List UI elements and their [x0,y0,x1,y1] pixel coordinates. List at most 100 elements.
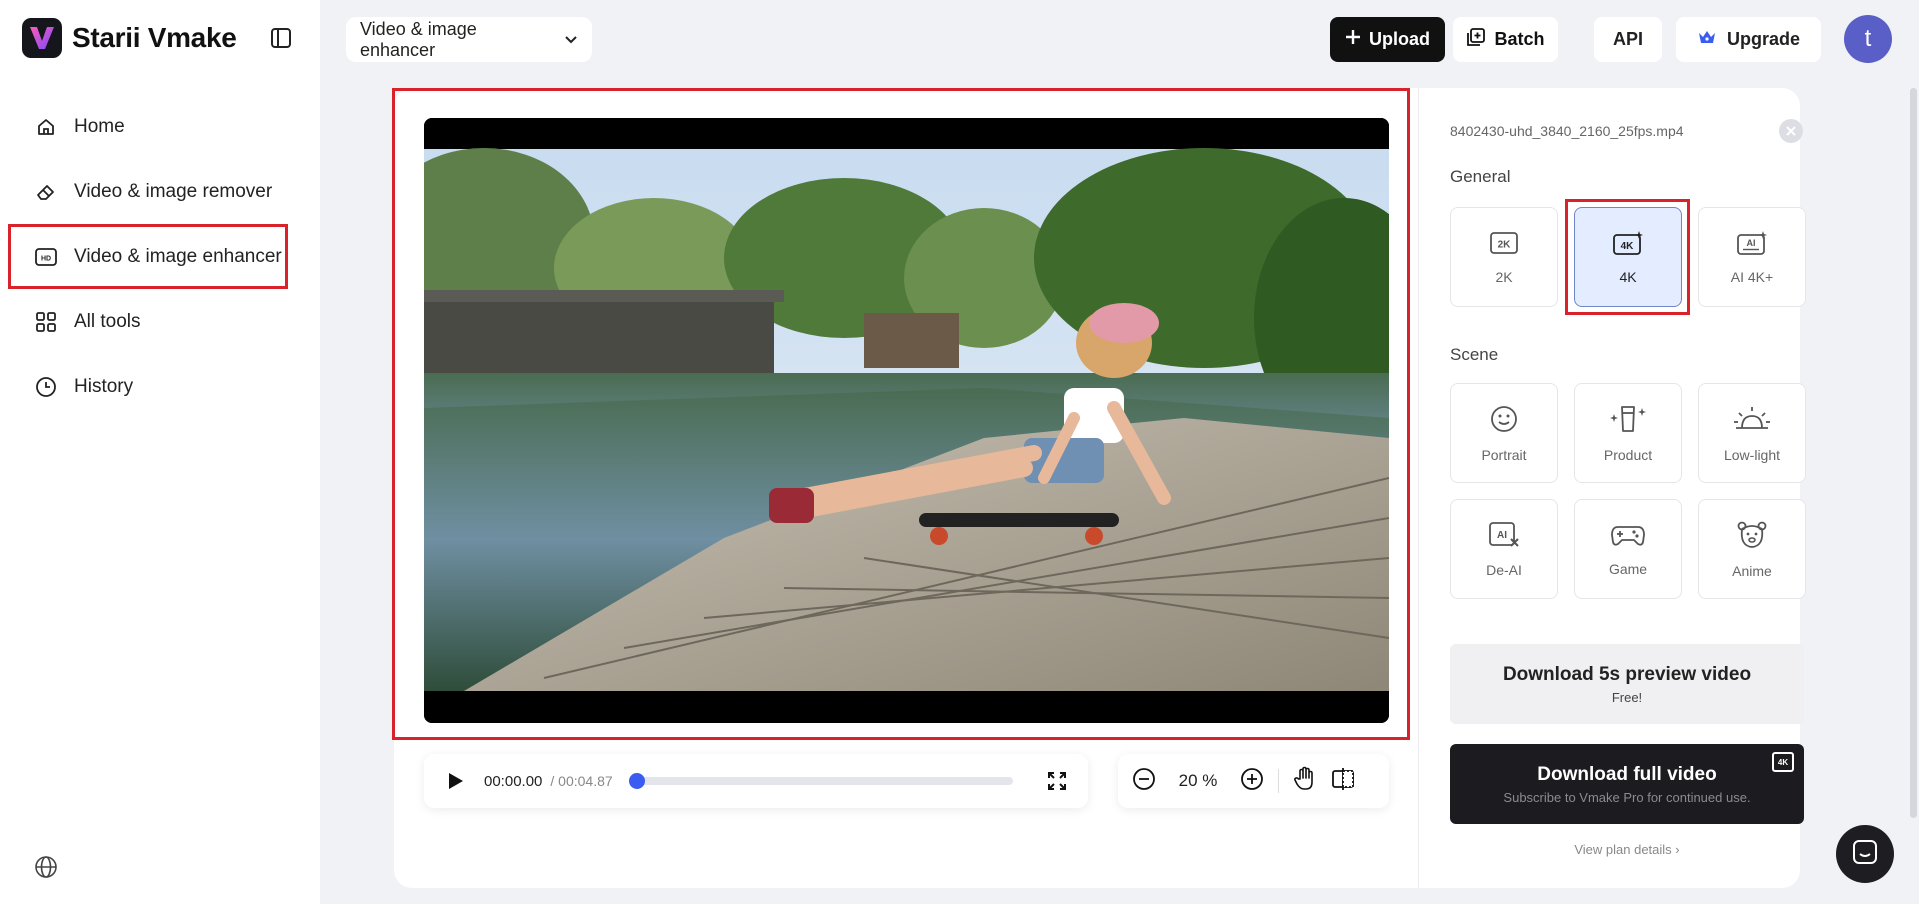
chat-button[interactable] [1836,825,1894,883]
close-icon[interactable] [1779,119,1803,143]
svg-text:AI: AI [1747,238,1756,248]
logo-icon [22,18,62,58]
panel-divider [1418,88,1419,888]
chevron-down-icon [564,29,578,50]
preview-highlight-frame [392,88,1410,740]
scene-de-ai[interactable]: AI De-AI [1450,499,1558,599]
progress-slider[interactable] [628,773,1013,789]
download-preview-title: Download 5s preview video [1502,663,1752,685]
option-2k[interactable]: 2K 2K [1450,207,1558,307]
download-full-sub: Subscribe to Vmake Pro for continued use… [1503,789,1751,805]
sidebar-item-label: History [74,375,134,397]
sidebar-item-label: Video & image remover [74,180,273,202]
progress-thumb[interactable] [628,773,645,789]
zoom-value: 20 % [1178,771,1218,790]
scene-game[interactable]: Game [1574,499,1682,599]
tool-select-value: Video & image enhancer [360,18,477,60]
download-preview-button[interactable]: Download 5s preview video Free! [1450,644,1804,724]
sunrise-icon [1732,404,1772,437]
scene-section-label: Scene [1450,345,1499,364]
chevron-right-icon: › [1675,842,1680,857]
divider [1278,769,1279,793]
file-name: 8402430-uhd_3840_2160_25fps.mp4 [1450,123,1684,139]
zoom-controls: 20 % [1118,754,1389,808]
avatar-letter: t [1864,25,1872,52]
bear-icon [1736,520,1768,553]
ai-4k-icon: AI [1736,230,1768,259]
option-label: Product [1603,446,1653,463]
api-button[interactable]: API [1594,17,1662,62]
grid-icon [34,310,58,334]
player-controls: 00:00.00 / 00:04.87 [424,754,1088,808]
brand[interactable]: Starii Vmake [22,18,237,58]
option-label: Anime [1732,562,1772,579]
svg-text:HD: HD [41,255,51,262]
sidebar-item-label: All tools [74,310,141,332]
zoom-in-icon[interactable] [1240,767,1264,796]
2k-icon: 2K [1489,230,1519,259]
view-plan-link[interactable]: View plan details › [1450,842,1804,857]
svg-text:2K: 2K [1498,239,1512,250]
upload-label: Upload [1369,29,1430,49]
sidebar: Starii Vmake Home Video & image remover … [0,0,320,904]
download-preview-sub: Free! [1611,689,1643,705]
upgrade-button[interactable]: Upgrade [1676,17,1821,62]
hand-icon[interactable] [1293,766,1317,797]
zoom-out-icon[interactable] [1132,767,1156,796]
de-ai-icon: AI [1488,521,1520,552]
sidebar-item-all-tools[interactable]: All tools [0,289,320,354]
duration: / 00:04.87 [550,773,613,789]
batch-icon [1466,27,1486,52]
sidebar-item-label: Home [74,115,125,137]
sidebar-item-history[interactable]: History [0,354,320,419]
brand-name: Starii Vmake [72,22,237,53]
eraser-icon [34,180,58,204]
option-label: Low-light [1723,446,1781,463]
sidebar-item-label: Video & image enhancer [74,245,282,267]
current-time: 00:00.00 [484,772,543,790]
api-label: API [1612,29,1643,49]
svg-text:AI: AI [1497,530,1507,541]
play-icon[interactable] [444,770,466,792]
globe-icon[interactable] [34,855,58,879]
scene-portrait[interactable]: Portrait [1450,383,1558,483]
option-label: AI 4K+ [1730,268,1774,285]
sidebar-nav: Home Video & image remover HD Video & im… [0,94,320,419]
product-icon [1608,404,1648,437]
option-label: De-AI [1486,561,1522,578]
plan-link-label: View plan details [1574,842,1672,857]
smile-icon [1489,404,1519,437]
page-scrollbar[interactable] [1910,88,1917,818]
sidebar-item-remover[interactable]: Video & image remover [0,159,320,224]
scene-low-light[interactable]: Low-light [1698,383,1806,483]
option-ai-4k-plus[interactable]: AI AI 4K+ [1698,207,1806,307]
gamepad-icon [1610,522,1646,551]
4k-badge-icon: 4K [1772,752,1794,772]
compare-icon[interactable] [1331,767,1355,796]
clock-icon [34,375,58,399]
upgrade-label: Upgrade [1726,29,1800,49]
batch-button[interactable]: Batch [1453,17,1558,62]
hd-icon: HD [34,245,58,269]
download-full-button[interactable]: Download full video Subscribe to Vmake P… [1450,744,1804,824]
general-section-label: General [1450,167,1511,186]
sidebar-item-enhancer[interactable]: HD Video & image enhancer [8,224,288,289]
option-label: Game [1608,560,1648,577]
scene-product[interactable]: Product [1574,383,1682,483]
scene-anime[interactable]: Anime [1698,499,1806,599]
option-label: Portrait [1481,446,1527,463]
option-4k-highlight-frame [1565,199,1690,315]
fullscreen-icon[interactable] [1046,770,1068,792]
crown-icon [1697,29,1717,50]
avatar[interactable]: t [1844,15,1892,63]
upload-button[interactable]: Upload [1330,17,1445,62]
download-full-title: Download full video [1537,763,1717,785]
plus-icon [1345,29,1361,50]
sidebar-toggle-icon[interactable] [270,27,292,49]
chat-icon [1852,839,1878,870]
home-icon [34,115,58,139]
sidebar-item-home[interactable]: Home [0,94,320,159]
batch-label: Batch [1494,29,1545,49]
tool-select-dropdown[interactable]: Video & image enhancer [346,17,592,62]
option-label: 2K [1495,268,1513,285]
